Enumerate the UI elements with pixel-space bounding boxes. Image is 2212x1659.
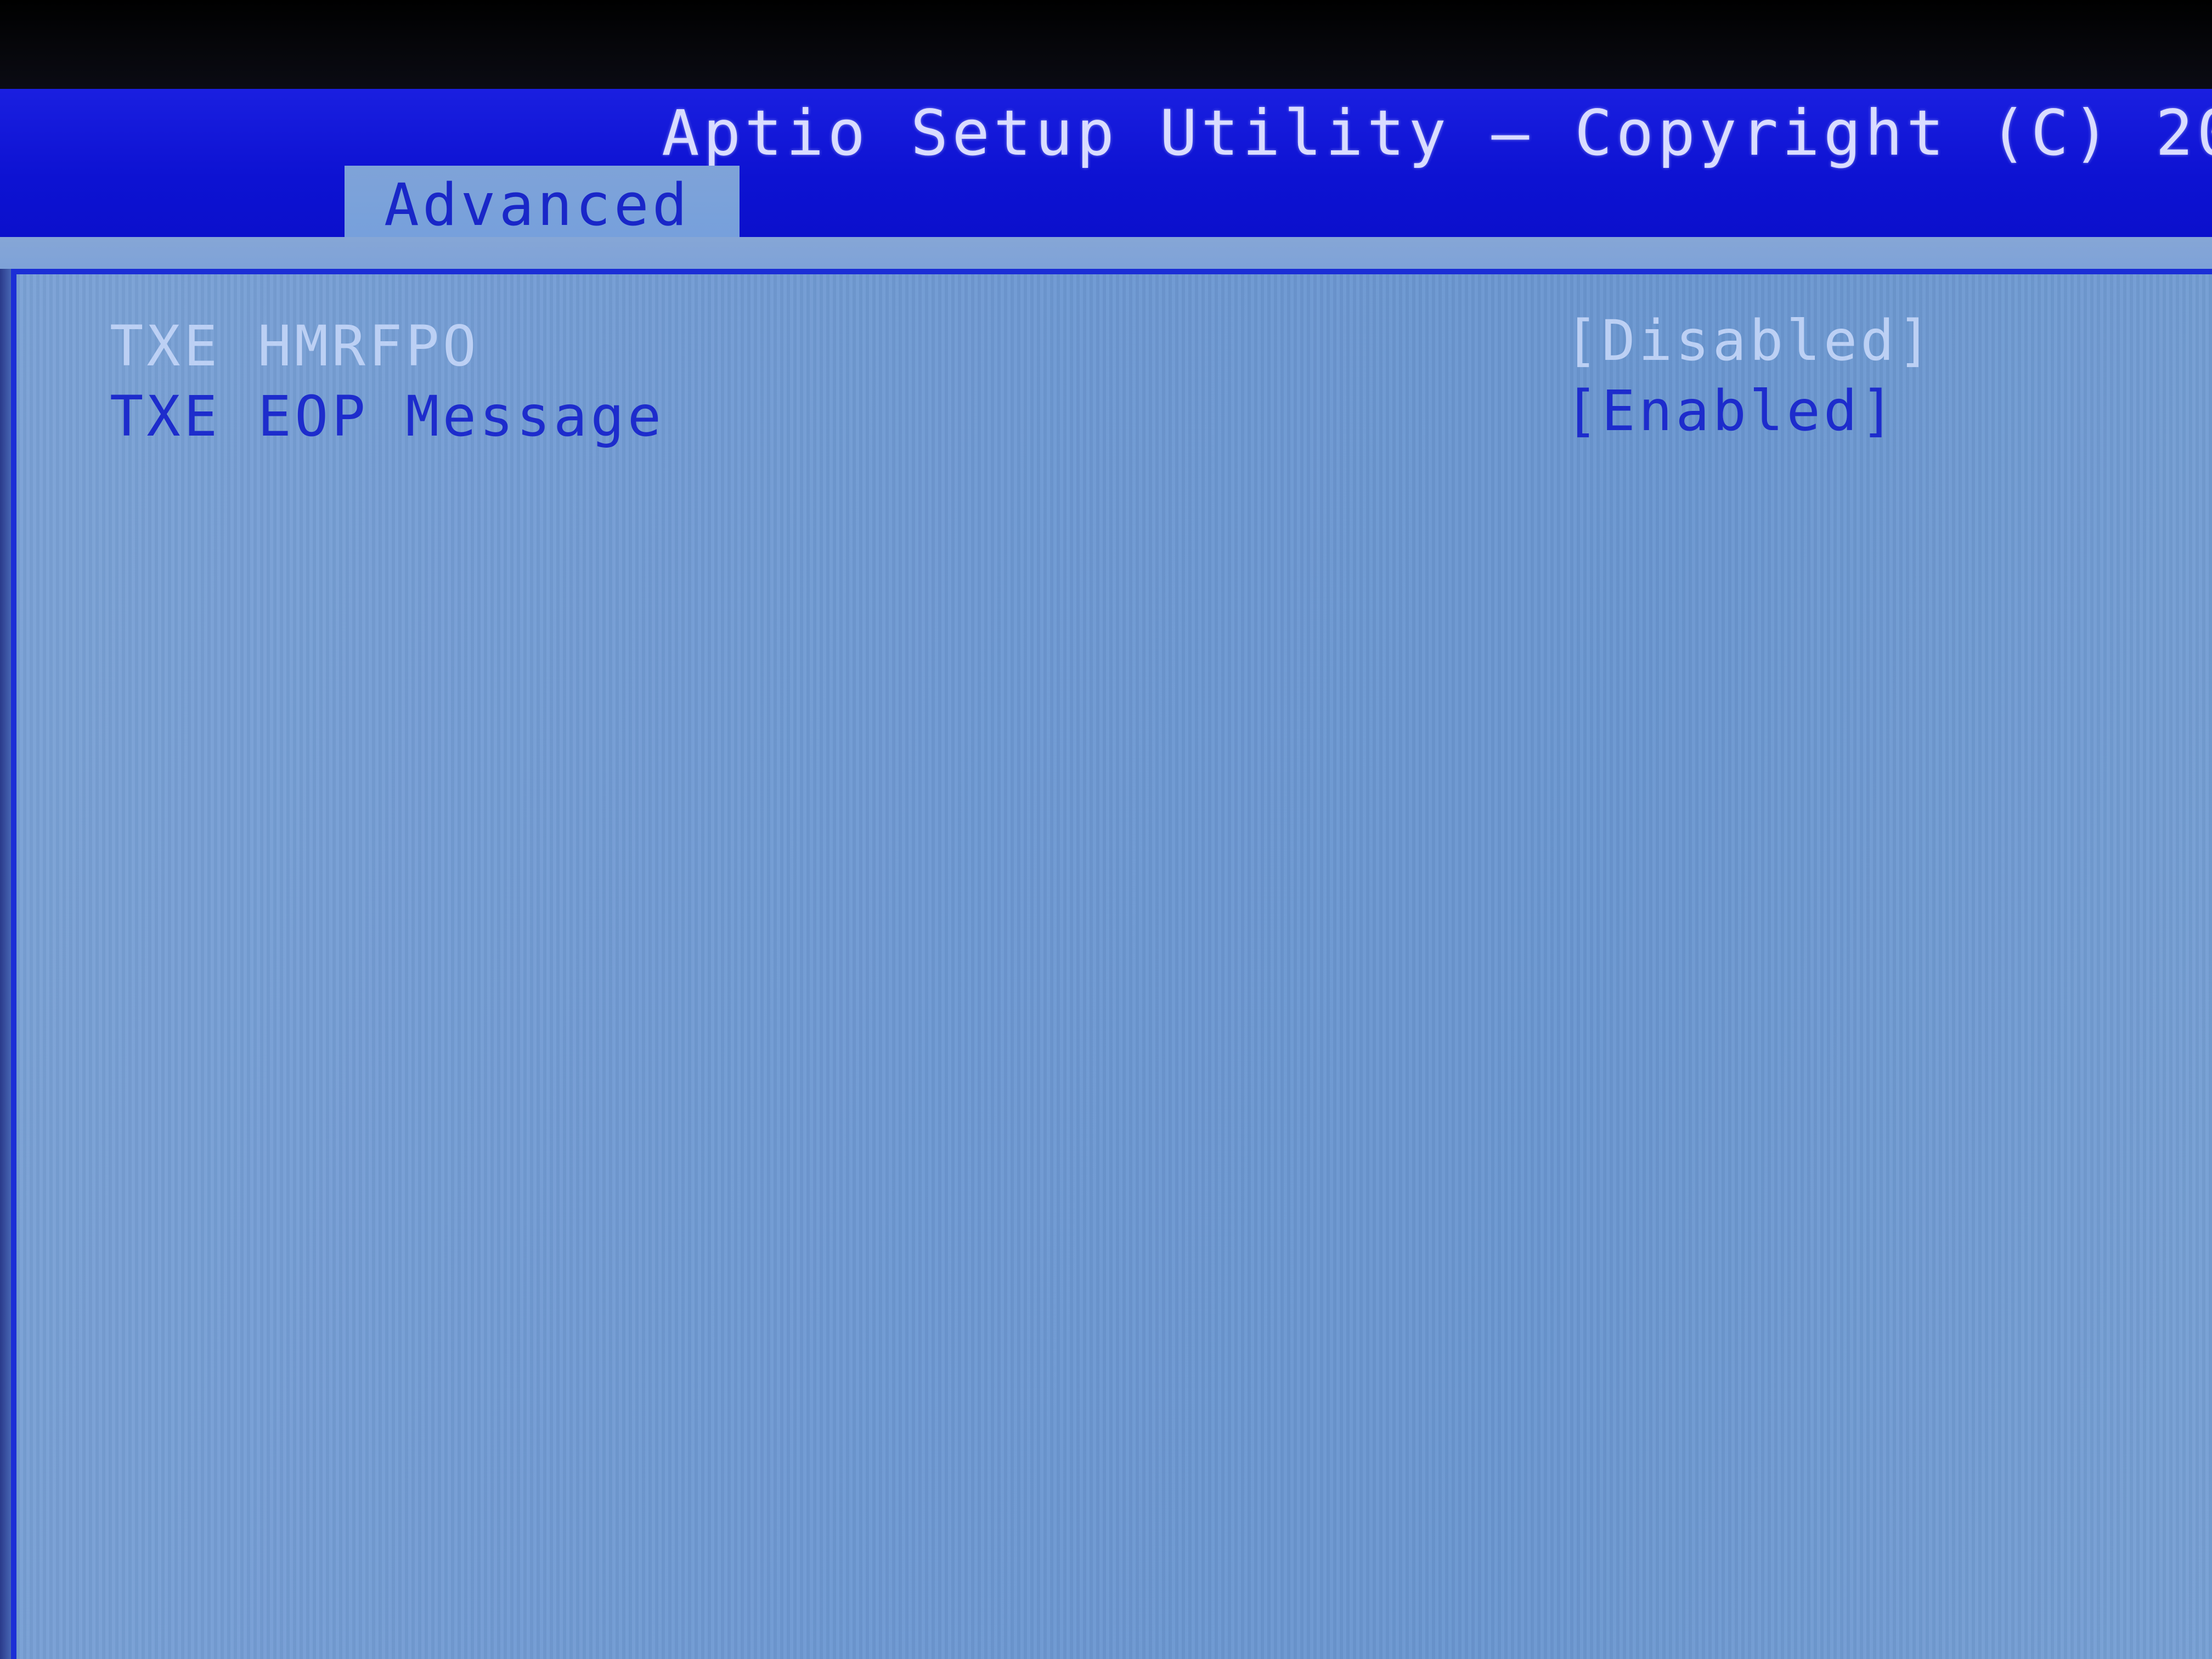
setting-label-txe-eop-message[interactable]: TXE EOP Message [110,384,664,450]
tab-strip [0,237,2212,269]
monitor-bezel [0,0,2212,91]
bios-screen: Aptio Setup Utility – Copyright (C) 2018… [0,0,2212,1659]
panel-border-left [11,269,16,1659]
panel-edge [0,269,12,1659]
setup-utility-title: Aptio Setup Utility – Copyright (C) 2018 [662,97,2212,170]
setting-value-txe-hmrfpo[interactable]: [Disabled] [1565,308,1934,374]
settings-panel [0,269,2212,1659]
tab-advanced-label[interactable]: Advanced [384,171,691,239]
setting-label-txe-hmrfpo[interactable]: TXE HMRFPO [110,314,479,380]
panel-border-top [11,269,2212,274]
setting-value-txe-eop-message[interactable]: [Enabled] [1565,379,1898,444]
